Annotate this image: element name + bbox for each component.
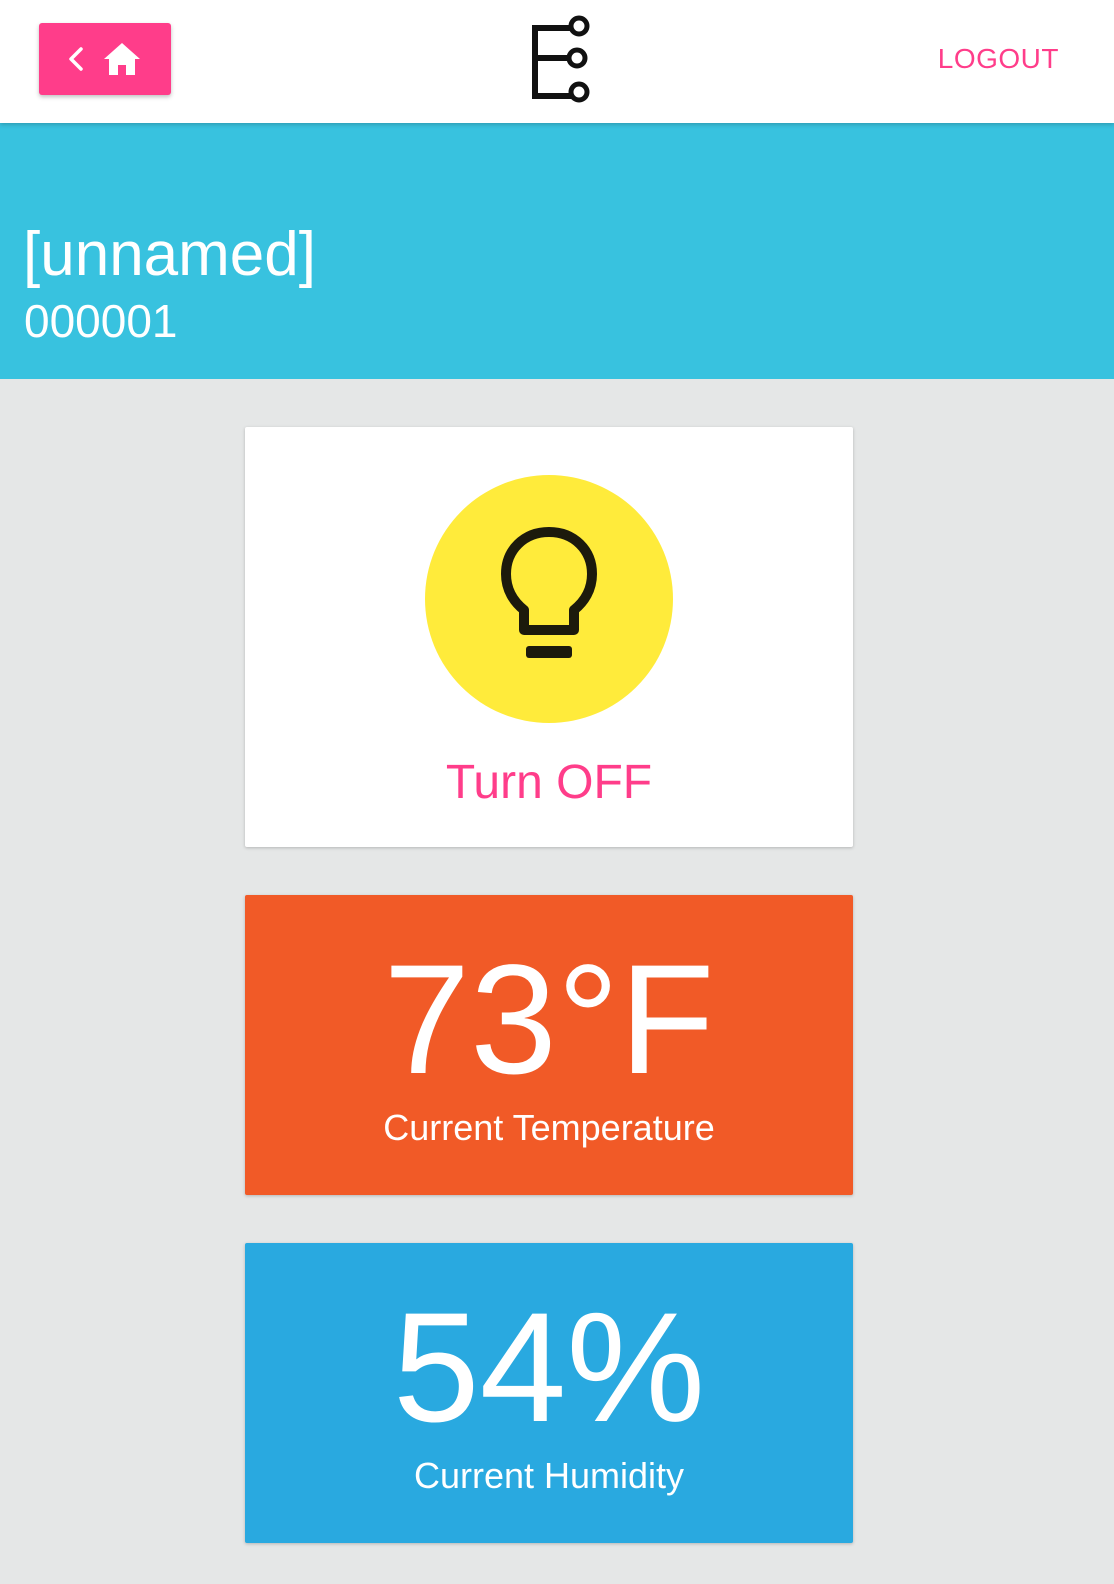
- device-header: [unnamed] 000001: [0, 123, 1114, 379]
- temperature-card: 73°F Current Temperature: [245, 895, 853, 1195]
- top-app-bar: LOGOUT: [0, 0, 1114, 123]
- humidity-label: Current Humidity: [413, 1455, 685, 1496]
- app-logo-icon: [530, 14, 594, 104]
- light-toggle-card[interactable]: Turn OFF: [245, 427, 853, 847]
- logout-link[interactable]: LOGOUT: [938, 42, 1059, 76]
- chevron-left-icon: [68, 46, 84, 72]
- humidity-value: 54%: [392, 1281, 706, 1455]
- lightbulb-icon: [494, 522, 604, 677]
- home-button[interactable]: [39, 23, 171, 95]
- temperature-label: Current Temperature: [383, 1107, 715, 1148]
- device-name: [unnamed]: [23, 220, 316, 289]
- turn-off-button[interactable]: Turn OFF: [245, 755, 853, 811]
- humidity-card: 54% Current Humidity: [245, 1243, 853, 1543]
- lightbulb-status-circle: [425, 475, 673, 723]
- home-icon: [102, 41, 142, 77]
- device-id: 000001: [24, 295, 178, 347]
- temperature-value: 73°F: [383, 933, 715, 1107]
